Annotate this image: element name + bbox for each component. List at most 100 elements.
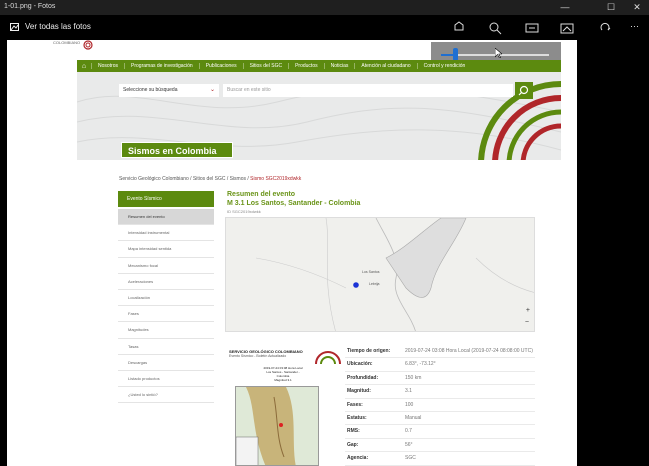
photos-toolbar: Ver todas las fotos ···: [0, 15, 649, 40]
site-logo-text: COLOMBIANO: [53, 40, 81, 45]
event-report-card: SERVICIO GEOLÓGICO COLOMBIANO Evento Sís…: [227, 344, 341, 466]
breadcrumb-current: Sismo SGC2019xdwkk: [250, 176, 302, 182]
detail-value: 0.7: [405, 428, 412, 435]
slideshow-icon[interactable]: [525, 21, 539, 35]
sidebar-item-localizacion[interactable]: Localización: [118, 290, 214, 307]
nav-item-control[interactable]: Control y rendición: [416, 63, 472, 69]
detail-label: Agencia:: [347, 455, 369, 462]
sidebar-item-intensidad-sentida[interactable]: Mapa intensidad sentida: [118, 241, 214, 258]
sidebar-item-tasas[interactable]: Tasas: [118, 339, 214, 355]
detail-value: 150 km: [405, 374, 422, 381]
hero-banner: Seleccione su búsqueda ⌄ Buscar en este s…: [77, 72, 561, 160]
window-title: 1-01.png - Fotos: [4, 3, 56, 10]
report-summary-place: Los Santos - Santander - Colombia: [266, 370, 300, 378]
detail-label: Fases:: [347, 401, 363, 408]
sidebar-item-magnitudes[interactable]: Magnitudes: [118, 322, 214, 339]
sidebar-item-resumen[interactable]: Resumen del evento: [118, 209, 214, 226]
search-type-select-label: Seleccione su búsqueda: [123, 87, 178, 93]
detail-row: Gap: 56°: [345, 439, 535, 453]
detail-value: 6.83°, -73.12°: [405, 361, 436, 368]
report-summary: 2019-07-24 03:08 Hora Local Los Santos -…: [263, 366, 303, 382]
home-icon[interactable]: ⌂: [77, 63, 91, 70]
sgc-logo-icon: [83, 40, 93, 50]
nav-item-publicaciones[interactable]: Publicaciones: [198, 63, 243, 69]
detail-label: RMS:: [347, 428, 360, 435]
report-map-image: [235, 386, 319, 466]
map-terrain: [255, 218, 534, 331]
nav-item-productos[interactable]: Productos: [288, 63, 324, 69]
event-id: ID SGC2019xdwkk: [227, 209, 261, 214]
nav-item-sitios[interactable]: Sitios del SGC: [242, 63, 289, 69]
photos-icon: [10, 22, 19, 31]
detail-label: Magnitud:: [347, 388, 371, 395]
report-logo-icon: [315, 351, 341, 364]
report-summary-magnitude: Magnitud 3.1: [274, 378, 292, 382]
sidebar-item-fases[interactable]: Fases: [118, 306, 214, 323]
detail-label: Ubicación:: [347, 361, 373, 368]
nav-item-atencion[interactable]: Atención al ciudadano: [354, 63, 416, 69]
detail-label: Profundidad:: [347, 374, 379, 381]
search-type-select[interactable]: Seleccione su búsqueda ⌄: [119, 84, 219, 97]
detail-row: RMS: 0.7: [345, 425, 535, 439]
sidebar-item-usted-lo-sintio[interactable]: ¿Usted lo sintió?: [118, 387, 214, 404]
detail-label: Tiempo de origen:: [347, 348, 391, 354]
more-icon[interactable]: ···: [630, 21, 644, 35]
detail-row: Ubicación: 6.83°, -73.12°: [345, 358, 535, 372]
detail-label: Estatus:: [347, 414, 367, 421]
breadcrumb: Servicio Geológico Colombiano / Sitios d…: [119, 176, 301, 182]
close-button[interactable]: ✕: [627, 1, 647, 14]
nav-item-nosotros[interactable]: Nosotros: [91, 63, 124, 69]
detail-row: Fases: 100: [345, 399, 535, 412]
rotate-icon[interactable]: [598, 21, 612, 35]
detail-value: 3.1: [405, 388, 412, 395]
maximize-button[interactable]: ☐: [601, 1, 621, 14]
minimize-button[interactable]: —: [555, 1, 575, 14]
map-zoom-in-button[interactable]: +: [526, 307, 530, 314]
event-subheading: M 3.1 Los Santos, Santander - Colombia: [227, 200, 361, 207]
detail-value: 100: [405, 401, 414, 408]
sidebar-item-descargas[interactable]: Descargas: [118, 355, 214, 371]
detail-row: Profundidad: 150 km: [345, 372, 535, 386]
detail-label: Gap:: [347, 441, 359, 448]
map-label-los-santos: Los Santos: [362, 270, 380, 274]
window-titlebar: 1-01.png - Fotos — ☐ ✕: [0, 0, 649, 15]
event-sidebar: Evento Sísmico Resumen del evento Intens…: [118, 191, 214, 404]
sidebar-header: Evento Sísmico: [118, 191, 214, 207]
site-navbar: ⌂ Nosotros Programas de investigación Pu…: [77, 60, 561, 72]
mouse-cursor-icon: [495, 48, 502, 58]
page-title: Sismos en Colombia: [121, 142, 233, 158]
sidebar-item-mecanismo-focal[interactable]: Mecanismo focal: [118, 258, 214, 274]
report-topo-map: [236, 387, 296, 465]
detail-value: 2019-07-24 03:08 Hora Local (2019-07-24 …: [405, 348, 533, 354]
share-icon[interactable]: [452, 21, 466, 35]
site-search-input[interactable]: Buscar en este sitio: [223, 84, 513, 97]
see-all-photos-label: Ver todas las fotos: [25, 22, 91, 31]
map-label-lebrija: Lebrija: [369, 282, 380, 286]
sidebar-item-listado-productos[interactable]: Listado productos: [118, 371, 214, 388]
sidebar-item-intensidad-instrumental[interactable]: Intensidad instrumental: [118, 225, 214, 242]
event-details-table: Tiempo de origen: 2019-07-24 03:08 Hora L…: [345, 345, 535, 466]
event-map[interactable]: Los Santos Lebrija + −: [225, 217, 535, 332]
detail-row: Agencia: SGC: [345, 452, 535, 466]
detail-value: Manual: [405, 414, 422, 421]
nav-item-noticias[interactable]: Noticias: [323, 63, 355, 69]
zoom-icon[interactable]: [488, 21, 502, 35]
photo-viewer: COLOMBIANO ⌂ Nosotros Programas de inves…: [0, 40, 649, 466]
sidebar-item-aceleraciones[interactable]: Aceleraciones: [118, 274, 214, 290]
detail-value: SGC: [405, 455, 416, 462]
map-zoom-out-button[interactable]: −: [525, 319, 529, 326]
chevron-down-icon: ⌄: [209, 87, 215, 93]
detail-row: Magnitud: 3.1: [345, 385, 535, 399]
detail-row: Tiempo de origen: 2019-07-24 03:08 Hora L…: [345, 345, 535, 359]
search-icon: [518, 85, 529, 96]
see-all-photos-button[interactable]: Ver todas las fotos: [10, 22, 91, 31]
breadcrumb-trail[interactable]: Servicio Geológico Colombiano / Sitios d…: [119, 176, 250, 182]
search-button[interactable]: [515, 82, 533, 99]
detail-row: Estatus: Manual: [345, 412, 535, 426]
nav-item-programas[interactable]: Programas de investigación: [124, 63, 199, 69]
edit-icon[interactable]: [560, 21, 574, 35]
event-heading: Resumen del evento: [227, 191, 296, 198]
report-subtitle: Evento Sísmico - Boletín Actualizado: [229, 354, 287, 358]
viewer-background: [577, 40, 649, 466]
screenshot-image: COLOMBIANO ⌂ Nosotros Programas de inves…: [7, 40, 577, 466]
